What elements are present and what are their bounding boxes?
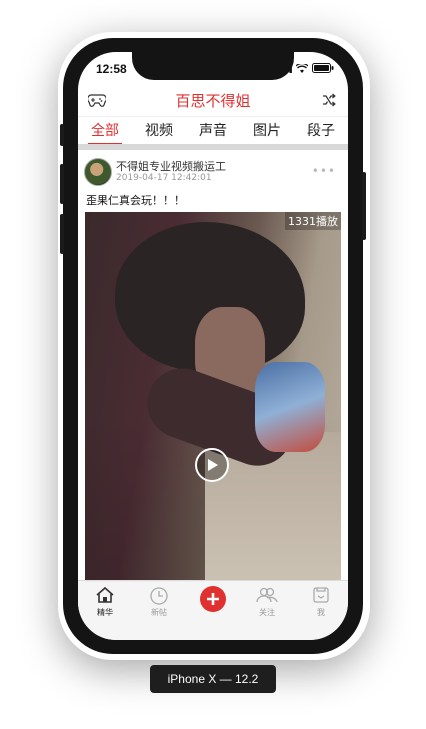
tabbar-label-me: 我 (317, 608, 325, 617)
post-header: 不得姐专业视频搬运工 2019-04-17 12:42:01 ••• (84, 156, 342, 186)
tab-audio[interactable]: 声音 (186, 117, 240, 145)
volume-up-button (60, 164, 64, 204)
tabbar-label-follow: 关注 (259, 608, 275, 617)
battery-icon (312, 63, 334, 73)
clock-icon (150, 587, 168, 605)
play-icon (208, 459, 218, 471)
shuffle-icon[interactable] (322, 92, 336, 111)
play-count: 1331播放 (285, 212, 341, 230)
category-tabs: 全部 视频 声音 图片 段子 (78, 116, 348, 145)
tabbar-label-new: 新帖 (151, 608, 167, 617)
tabbar-item-new[interactable]: 新帖 (132, 581, 186, 640)
phone-screen: 12:58 百思不得姐 全部 视频 声音 图片 段子 不得姐专业视频搬运工 20… (78, 52, 348, 640)
tabbar-item-publish[interactable] (186, 581, 240, 640)
play-button[interactable] (195, 448, 229, 482)
more-icon[interactable]: ••• (312, 164, 336, 178)
post-author[interactable]: 不得姐专业视频搬运工 (116, 158, 226, 174)
post-text: 歪果仁真会玩！！！ (86, 194, 185, 207)
power-button (362, 172, 366, 240)
section-divider (78, 144, 348, 150)
status-time: 12:58 (96, 62, 127, 76)
tabbar-item-me[interactable]: 我 (294, 581, 348, 640)
avatar[interactable] (84, 158, 112, 186)
video-player[interactable]: 1331播放 (85, 212, 341, 582)
tab-video[interactable]: 视频 (132, 117, 186, 145)
navigation-bar: 百思不得姐 (78, 86, 348, 114)
device-label: iPhone X — 12.2 (150, 665, 276, 693)
tabbar-label-essence: 精华 (97, 608, 113, 617)
plus-icon (207, 593, 219, 605)
tabbar-item-follow[interactable]: 关注 (240, 581, 294, 640)
wifi-icon (296, 63, 308, 73)
post-time: 2019-04-17 12:42:01 (116, 173, 212, 183)
home-icon (96, 586, 114, 603)
tab-image[interactable]: 图片 (240, 117, 294, 145)
bottom-tab-bar: 精华 新帖 关注 我 (78, 580, 348, 640)
publish-button[interactable] (200, 586, 226, 612)
people-icon (256, 587, 278, 603)
tab-joke[interactable]: 段子 (294, 117, 348, 145)
profile-icon (313, 587, 329, 603)
notch (132, 52, 294, 80)
volume-down-button (60, 214, 64, 254)
mute-switch (60, 124, 64, 146)
tab-all[interactable]: 全部 (78, 117, 132, 145)
tabbar-item-essence[interactable]: 精华 (78, 581, 132, 640)
app-title: 百思不得姐 (175, 92, 251, 110)
video-bag (255, 362, 325, 452)
